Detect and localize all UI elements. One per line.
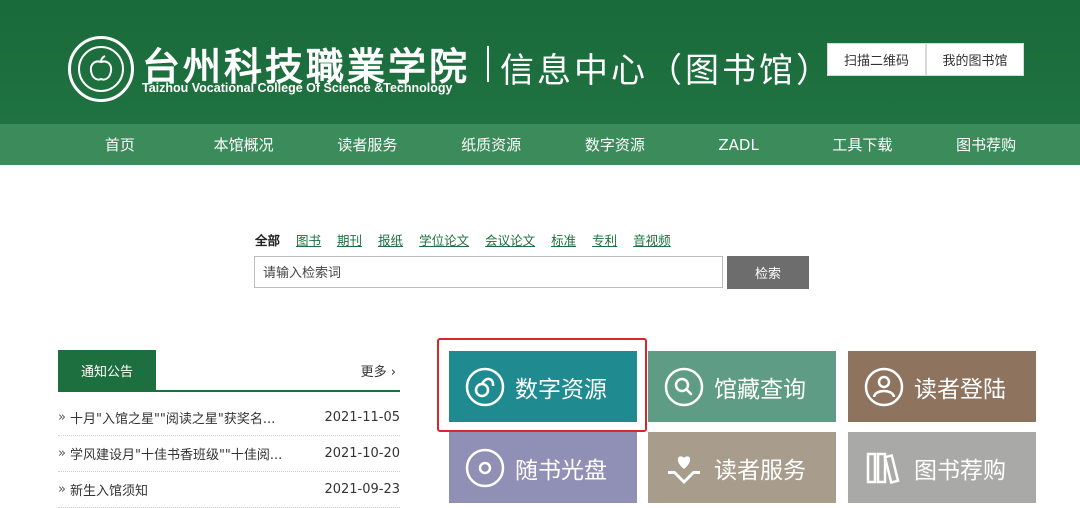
search-button[interactable]: 检索 — [727, 256, 809, 289]
search-tab-books[interactable]: 图书 — [296, 230, 321, 249]
nav-item-digital-resources[interactable]: 数字资源 — [553, 124, 677, 165]
search-tab-audio-video[interactable]: 音视频 — [633, 230, 671, 249]
highlight-box — [437, 338, 647, 432]
my-library-button[interactable]: 我的图书馆 — [926, 43, 1024, 76]
site-header: 台州科技職業学院 Taizhou Vocational College Of S… — [0, 0, 1080, 165]
notice-list: » 十月"入馆之星""阅读之星"获奖名... 2021-11-05 » 学风建设… — [58, 400, 400, 508]
search-tab-journals[interactable]: 期刊 — [337, 230, 362, 249]
search-tab-conference-papers[interactable]: 会议论文 — [485, 230, 535, 249]
title-divider — [487, 46, 489, 82]
search-tab-all[interactable]: 全部 — [255, 230, 280, 249]
tile-reader-services[interactable]: 读者服务 — [648, 432, 836, 503]
list-item[interactable]: » 新生入馆须知 2021-09-23 — [58, 472, 400, 508]
search-icon — [664, 367, 704, 406]
notice-date: 2021-10-20 — [324, 446, 400, 461]
tile-reader-login[interactable]: 读者登陆 — [848, 351, 1036, 422]
nav-item-reader-services[interactable]: 读者服务 — [306, 124, 430, 165]
tile-label: 读者登陆 — [914, 376, 1006, 403]
search-tab-patents[interactable]: 专利 — [592, 230, 617, 249]
nav-item-about[interactable]: 本馆概况 — [182, 124, 306, 165]
nav-item-home[interactable]: 首页 — [58, 124, 182, 165]
chevron-right-icon: » — [58, 446, 66, 461]
search-tab-theses[interactable]: 学位论文 — [419, 230, 469, 249]
notice-tab[interactable]: 通知公告 — [58, 350, 156, 390]
notice-more-link[interactable]: 更多 › — [361, 361, 396, 380]
tile-label: 读者服务 — [714, 457, 806, 484]
search-tab-standards[interactable]: 标准 — [551, 230, 576, 249]
books-icon — [866, 452, 900, 484]
heart-hand-icon — [668, 455, 700, 484]
tile-book-recommend[interactable]: 图书荐购 — [848, 432, 1036, 503]
tile-label: 馆藏查询 — [714, 376, 806, 403]
search-type-tabs: 全部 图书 期刊 报纸 学位论文 会议论文 标准 专利 音视频 — [255, 230, 687, 249]
nav-item-book-recommend[interactable]: 图书荐购 — [924, 124, 1048, 165]
page: 台州科技職業学院 Taizhou Vocational College Of S… — [0, 0, 1080, 508]
nav-item-zadl[interactable]: ZADL — [677, 124, 801, 165]
list-item[interactable]: » 十月"入馆之星""阅读之星"获奖名... 2021-11-05 — [58, 400, 400, 436]
disc-icon — [465, 448, 505, 487]
chevron-right-icon: » — [58, 410, 66, 425]
nav-item-tools[interactable]: 工具下载 — [801, 124, 925, 165]
tile-book-cd[interactable]: 随书光盘 — [449, 432, 637, 503]
notice-date: 2021-11-05 — [324, 410, 400, 425]
notice-title[interactable]: 学风建设月"十佳书香班级""十佳阅... — [70, 444, 314, 463]
notice-title[interactable]: 十月"入馆之星""阅读之星"获奖名... — [70, 408, 314, 427]
header-buttons: 扫描二维码 我的图书馆 — [827, 43, 1024, 76]
site-title: 信息中心（图书馆） — [500, 51, 833, 91]
list-item[interactable]: » 学风建设月"十佳书香班级""十佳阅... 2021-10-20 — [58, 436, 400, 472]
notice-header: 通知公告 更多 › — [58, 350, 400, 392]
main-nav: 首页 本馆概况 读者服务 纸质资源 数字资源 ZADL 工具下载 图书荐购 — [58, 124, 1048, 165]
tile-label: 随书光盘 — [515, 457, 607, 484]
chevron-right-icon: » — [58, 482, 66, 497]
tile-label: 图书荐购 — [914, 457, 1006, 484]
user-icon — [864, 367, 904, 406]
nav-item-print-resources[interactable]: 纸质资源 — [429, 124, 553, 165]
college-name-en: Taizhou Vocational College Of Science &T… — [142, 81, 453, 95]
search-input[interactable] — [254, 256, 723, 288]
apple-icon — [78, 46, 124, 92]
notice-title[interactable]: 新生入馆须知 — [70, 480, 314, 499]
search-tab-newspapers[interactable]: 报纸 — [378, 230, 403, 249]
scan-qr-button[interactable]: 扫描二维码 — [827, 43, 926, 76]
tile-collection-search[interactable]: 馆藏查询 — [648, 351, 836, 422]
college-logo[interactable] — [68, 36, 134, 102]
notice-date: 2021-09-23 — [324, 482, 400, 497]
